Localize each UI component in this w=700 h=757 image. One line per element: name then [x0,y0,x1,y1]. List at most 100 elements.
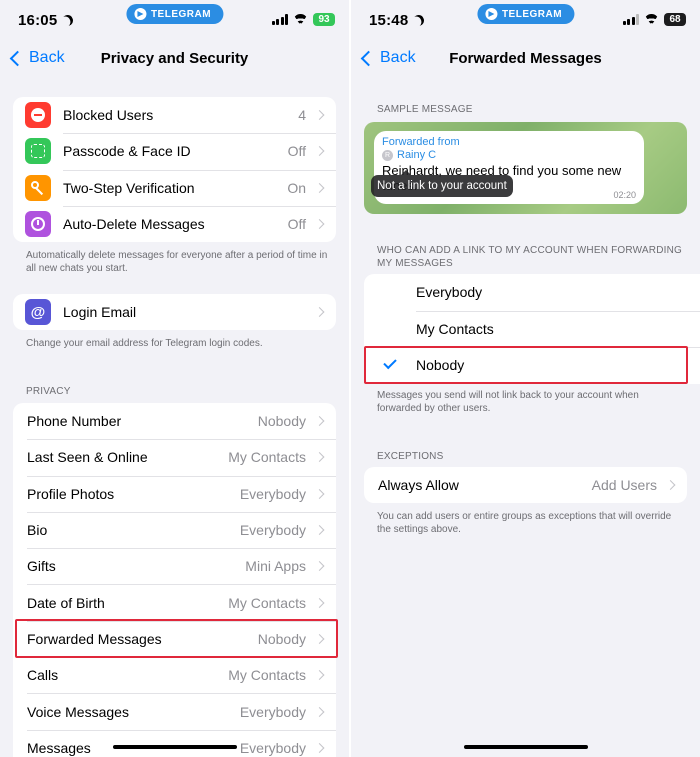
voice-messages-row[interactable]: Voice Messages Everybody [13,693,336,729]
battery-level: 68 [669,14,681,25]
signal-icon [622,14,639,25]
telegram-icon [484,8,497,20]
row-label: Calls [27,667,59,684]
options-note: Messages you send will not link back to … [377,390,639,414]
row-label: Last Seen & Online [27,449,148,466]
blocked-users-row[interactable]: Blocked Users 4 [13,97,336,133]
status-time: 15:48 [369,12,424,29]
not-a-link-tooltip: Not a link to your account [371,170,513,197]
row-label: Date of Birth [27,594,105,611]
option-everybody[interactable]: Everybody [364,274,700,311]
row-value: Everybody [239,703,306,720]
chevron-right-icon [314,706,325,717]
row-label: Blocked Users [63,107,154,124]
chevron-right-icon [314,742,325,753]
status-indicators: 93 [271,13,335,26]
privacy-group: Phone Number Nobody Last Seen & Online M… [13,403,336,757]
timer-icon [25,210,51,237]
row-label: Phone Number [27,413,122,430]
two-step-verification-row[interactable]: Two-Step Verification On [13,169,336,206]
chevron-right-icon [314,307,325,318]
option-label: My Contacts [416,320,494,337]
chevron-right-icon [314,561,325,572]
row-value: Off [287,216,306,233]
chevron-right-icon [314,670,325,681]
row-label: Voice Messages [27,703,129,720]
phone-number-row[interactable]: Phone Number Nobody [13,403,336,439]
sample-message-preview: Forwarded from R Rainy C Reinhardt, we n… [364,122,687,214]
chevron-right-icon [314,597,325,608]
row-label: Gifts [27,558,56,575]
exceptions-header: EXCEPTIONS [377,451,444,462]
home-indicator [463,745,588,749]
login-email-row[interactable]: @ Login Email [13,294,336,330]
moon-icon [411,13,426,28]
chevron-right-icon [314,525,325,535]
row-label: Bio [27,522,48,539]
row-value: On [287,179,306,196]
chevron-right-icon [314,146,325,157]
telegram-pill[interactable]: TELEGRAM [125,4,224,24]
chevron-right-icon [665,480,676,491]
date-of-birth-row[interactable]: Date of Birth My Contacts [13,584,336,620]
row-value: Mini Apps [245,558,306,575]
forwarded-messages-screen: 15:48 TELEGRAM 68 Back Forwarded Message… [351,0,700,757]
row-label: Login Email [63,304,137,321]
row-value: Everybody [239,739,306,756]
status-bar: 15:48 TELEGRAM 68 [351,0,700,40]
row-value: My Contacts [228,667,306,684]
clock-text: 15:48 [369,12,409,29]
who-can-add-link-header: WHO CAN ADD A LINK TO MY ACCOUNT WHEN FO… [377,245,683,269]
key-icon [25,174,51,201]
page-title: Forwarded Messages [449,50,602,67]
always-allow-row[interactable]: Always Allow Add Users [364,467,687,503]
profile-photos-row[interactable]: Profile Photos Everybody [13,475,336,512]
chevron-right-icon [314,452,325,463]
security-group: Blocked Users 4 Passcode & Face ID Off T… [13,97,336,243]
nobody-option-highlight [364,346,688,384]
wifi-icon [293,14,308,25]
row-value: Everybody [239,485,306,502]
at-sign-icon: @ [25,299,51,325]
privacy-security-screen: 16:05 TELEGRAM 93 Back Privacy and Secur… [0,0,349,757]
home-indicator [112,745,237,749]
auto-delete-row[interactable]: Auto-Delete Messages Off [13,205,336,242]
auto-delete-note: Automatically delete messages for everyo… [26,250,328,274]
status-indicators: 68 [622,13,686,26]
option-label: Everybody [416,284,483,301]
message-time: 02:20 [613,190,636,200]
nav-bar: Back Forwarded Messages [351,40,700,80]
login-email-group: @ Login Email [13,294,336,331]
chevron-right-icon [314,110,325,121]
messages-row[interactable]: Messages Everybody [13,729,336,757]
last-seen-row[interactable]: Last Seen & Online My Contacts [13,439,336,475]
sender-name: Rainy C [397,149,437,161]
status-time: 16:05 [18,12,73,29]
passcode-face-id-row[interactable]: Passcode & Face ID Off [13,133,336,169]
signal-icon [271,14,288,25]
battery-icon: 93 [313,13,335,26]
sample-message-header: SAMPLE MESSAGE [377,104,473,115]
row-label: Passcode & Face ID [63,143,191,160]
gifts-row[interactable]: Gifts Mini Apps [13,548,336,584]
row-value: Off [287,143,306,160]
status-bar: 16:05 TELEGRAM 93 [0,0,349,40]
row-label: Messages [27,739,91,756]
moon-icon [60,13,75,28]
row-value: My Contacts [228,449,306,466]
face-id-icon [25,138,51,165]
telegram-pill-label: TELEGRAM [150,8,212,20]
forwarded-messages-highlight [15,619,338,658]
row-value: Add Users [591,477,657,494]
bio-row[interactable]: Bio Everybody [13,511,336,548]
exceptions-group: Always Allow Add Users [364,467,687,504]
telegram-pill[interactable]: TELEGRAM [476,4,575,24]
calls-row[interactable]: Calls My Contacts [13,657,336,693]
minus-circle-icon [25,102,51,128]
option-my-contacts[interactable]: My Contacts [364,310,700,348]
exceptions-note: You can add users or entire groups as ex… [377,511,672,535]
chevron-right-icon [314,219,325,229]
row-value: 4 [298,107,306,124]
row-label: Two-Step Verification [63,179,195,196]
chevron-right-icon [314,182,325,193]
